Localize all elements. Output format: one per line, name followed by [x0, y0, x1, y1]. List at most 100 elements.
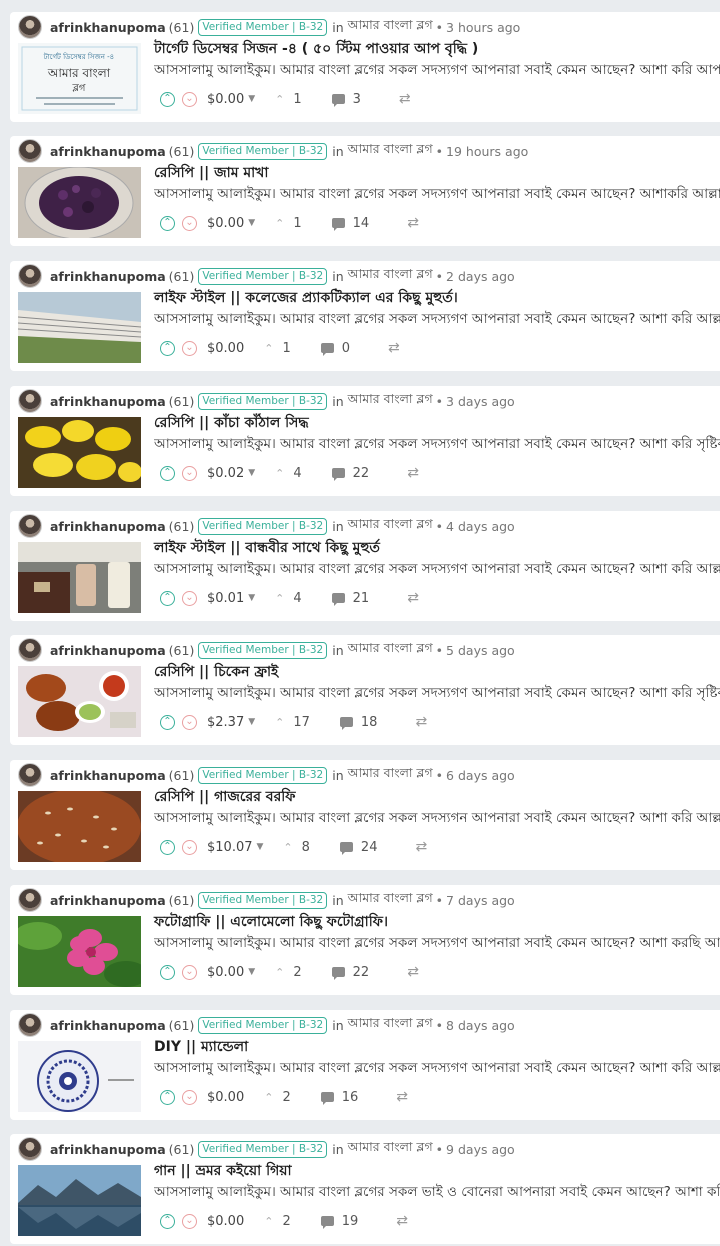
post-time[interactable]: 9 days ago: [446, 1142, 515, 1157]
payout-value[interactable]: $10.07: [207, 840, 253, 855]
post-time[interactable]: 8 days ago: [446, 1018, 515, 1033]
reblog-icon[interactable]: ⇄: [396, 1213, 408, 1229]
post-thumbnail[interactable]: [18, 1165, 141, 1236]
post-title[interactable]: ফটোগ্রাফি || এলোমেলো কিছু ফটোগ্রাফি।: [154, 912, 720, 932]
community-link[interactable]: আমার বাংলা ব্লগ: [348, 765, 433, 785]
post-time[interactable]: 5 days ago: [446, 643, 515, 658]
upvote-icon[interactable]: ⌃: [160, 1089, 175, 1105]
post-thumbnail[interactable]: [18, 666, 141, 737]
votes-count-group[interactable]: ⌃ 8: [283, 840, 310, 855]
post-card[interactable]: afrinkhanupoma (61) Verified Member | B-…: [10, 386, 720, 496]
post-excerpt[interactable]: আসসালামু আলাইকুম। আমার বাংলা ব্লগের সকল …: [154, 559, 720, 579]
reblog-icon[interactable]: ⇄: [396, 1089, 408, 1105]
community-link[interactable]: আমার বাংলা ব্লগ: [348, 141, 433, 161]
chevron-down-icon[interactable]: ▼: [257, 842, 264, 852]
post-excerpt[interactable]: আসসালামু আলাইকুম। আমার বাংলা ব্লগের সকল …: [154, 184, 720, 204]
post-thumbnail[interactable]: [18, 167, 141, 238]
post-thumbnail[interactable]: টার্গেট ডিসেম্বর সিজন -৪ আমার বাংলা ব্লগ: [18, 43, 141, 114]
avatar[interactable]: [18, 514, 42, 538]
reblog-icon[interactable]: ⇄: [388, 340, 400, 356]
post-title[interactable]: রেসিপি || জাম মাখা: [154, 163, 720, 183]
post-time[interactable]: 2 days ago: [446, 269, 515, 284]
author-name[interactable]: afrinkhanupoma: [50, 20, 166, 35]
payout-value[interactable]: $0.00: [207, 216, 244, 231]
author-name[interactable]: afrinkhanupoma: [50, 1018, 166, 1033]
comments-group[interactable]: 14: [331, 216, 369, 231]
comments-group[interactable]: 22: [331, 965, 369, 980]
upvote-icon[interactable]: ⌃: [160, 714, 175, 730]
post-thumbnail[interactable]: [18, 292, 141, 363]
payout-value[interactable]: $0.01: [207, 591, 244, 606]
upvote-icon[interactable]: ⌃: [160, 964, 175, 980]
reblog-icon[interactable]: ⇄: [399, 91, 411, 107]
post-thumbnail[interactable]: [18, 791, 141, 862]
post-time[interactable]: 4 days ago: [446, 519, 515, 534]
votes-count-group[interactable]: ⌃ 17: [275, 715, 310, 730]
avatar[interactable]: [18, 1013, 42, 1037]
reblog-icon[interactable]: ⇄: [415, 714, 427, 730]
downvote-icon[interactable]: ⌄: [182, 714, 197, 730]
comments-group[interactable]: 16: [320, 1090, 358, 1105]
author-name[interactable]: afrinkhanupoma: [50, 394, 166, 409]
reblog-icon[interactable]: ⇄: [407, 964, 419, 980]
post-card[interactable]: afrinkhanupoma (61) Verified Member | B-…: [10, 760, 720, 870]
avatar[interactable]: [18, 638, 42, 662]
downvote-icon[interactable]: ⌄: [182, 340, 197, 356]
community-link[interactable]: আমার বাংলা ব্লগ: [348, 266, 433, 286]
reblog-icon[interactable]: ⇄: [407, 215, 419, 231]
post-card[interactable]: afrinkhanupoma (61) Verified Member | B-…: [10, 136, 720, 246]
payout-value[interactable]: $0.02: [207, 466, 244, 481]
votes-count-group[interactable]: ⌃ 2: [264, 1090, 291, 1105]
post-card[interactable]: afrinkhanupoma (61) Verified Member | B-…: [10, 261, 720, 371]
votes-count-group[interactable]: ⌃ 2: [264, 1214, 291, 1229]
payout-value[interactable]: $0.00: [207, 1214, 244, 1229]
chevron-down-icon[interactable]: ▼: [248, 218, 255, 228]
author-name[interactable]: afrinkhanupoma: [50, 643, 166, 658]
author-name[interactable]: afrinkhanupoma: [50, 768, 166, 783]
community-link[interactable]: আমার বাংলা ব্লগ: [348, 640, 433, 660]
author-name[interactable]: afrinkhanupoma: [50, 269, 166, 284]
post-title[interactable]: রেসিপি || গাজরের বরফি: [154, 787, 720, 807]
post-excerpt[interactable]: আসসালামু আলাইকুম। আমার বাংলা ব্লগের সকল …: [154, 1058, 720, 1078]
avatar[interactable]: [18, 389, 42, 413]
post-excerpt[interactable]: আসসালামু আলাইকুম। আমার বাংলা ব্লগের সকল …: [154, 933, 720, 953]
post-excerpt[interactable]: আসসালামু আলাইকুম। আমার বাংলা ব্লগের সকল …: [154, 683, 720, 703]
post-card[interactable]: afrinkhanupoma (61) Verified Member | B-…: [10, 1010, 720, 1120]
upvote-icon[interactable]: ⌃: [160, 91, 175, 107]
upvote-icon[interactable]: ⌃: [160, 1213, 175, 1229]
post-thumbnail[interactable]: [18, 542, 141, 613]
post-time[interactable]: 6 days ago: [446, 768, 515, 783]
payout-value[interactable]: $2.37: [207, 715, 244, 730]
post-thumbnail[interactable]: [18, 1041, 141, 1112]
post-title[interactable]: DIY || ম্যান্ডেলা: [154, 1037, 720, 1057]
upvote-icon[interactable]: ⌃: [160, 215, 175, 231]
votes-count-group[interactable]: ⌃ 1: [275, 216, 302, 231]
post-card[interactable]: afrinkhanupoma (61) Verified Member | B-…: [10, 885, 720, 995]
post-card[interactable]: afrinkhanupoma (61) Verified Member | B-…: [10, 1134, 720, 1244]
post-excerpt[interactable]: আসসালামু আলাইকুম। আমার বাংলা ব্লগের সকল …: [154, 1182, 720, 1202]
comments-group[interactable]: 24: [339, 840, 377, 855]
post-title[interactable]: রেসিপি || কাঁচা কাঁঠাল সিদ্ধ: [154, 413, 720, 433]
votes-count-group[interactable]: ⌃ 2: [275, 965, 302, 980]
post-excerpt[interactable]: আসসালামু আলাইকুম। আমার বাংলা ব্লগের সকল …: [154, 434, 720, 454]
payout-value[interactable]: $0.00: [207, 92, 244, 107]
post-title[interactable]: টার্গেট ডিসেম্বর সিজন -৪ ( ৫০ স্টিম পাওয…: [154, 39, 720, 59]
downvote-icon[interactable]: ⌄: [182, 465, 197, 481]
downvote-icon[interactable]: ⌄: [182, 91, 197, 107]
votes-count-group[interactable]: ⌃ 1: [264, 341, 291, 356]
avatar[interactable]: [18, 264, 42, 288]
chevron-down-icon[interactable]: ▼: [248, 717, 255, 727]
downvote-icon[interactable]: ⌄: [182, 964, 197, 980]
author-name[interactable]: afrinkhanupoma: [50, 1142, 166, 1157]
votes-count-group[interactable]: ⌃ 4: [275, 591, 302, 606]
author-name[interactable]: afrinkhanupoma: [50, 144, 166, 159]
community-link[interactable]: আমার বাংলা ব্লগ: [348, 1139, 433, 1159]
upvote-icon[interactable]: ⌃: [160, 340, 175, 356]
post-time[interactable]: 3 days ago: [446, 394, 515, 409]
votes-count-group[interactable]: ⌃ 4: [275, 466, 302, 481]
comments-group[interactable]: 21: [331, 591, 369, 606]
post-title[interactable]: লাইফ স্টাইল || বান্ধবীর সাথে কিছু মুহুর্…: [154, 538, 720, 558]
upvote-icon[interactable]: ⌃: [160, 839, 175, 855]
post-excerpt[interactable]: আসসালামু আলাইকুম। আমার বাংলা ব্লগের সকল …: [154, 60, 720, 80]
post-excerpt[interactable]: আসসালামু আলাইকুম। আমার বাংলা ব্লগের সকল …: [154, 808, 720, 828]
